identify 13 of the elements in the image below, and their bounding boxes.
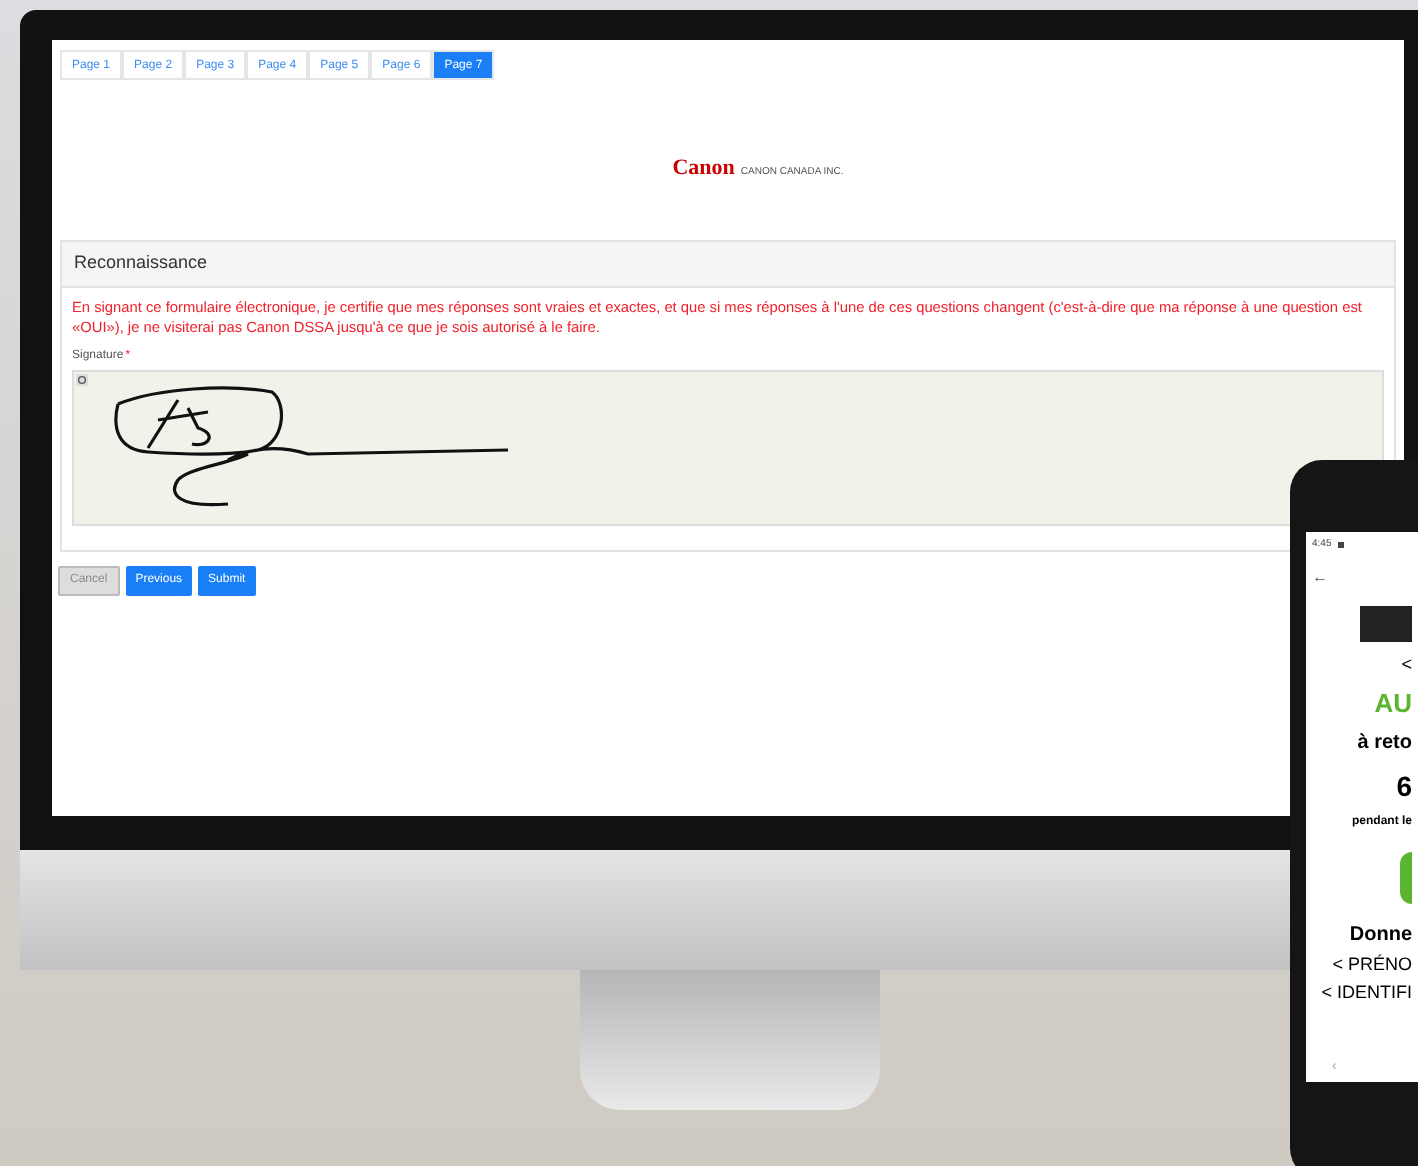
phone-text: AU bbox=[1372, 687, 1412, 720]
signature-pad[interactable] bbox=[72, 369, 1384, 525]
phone-text: < bbox=[1399, 653, 1412, 676]
phone-text: Donne bbox=[1347, 923, 1412, 948]
phone-text: < PRÉNO bbox=[1330, 954, 1412, 977]
phone-text: < IDENTIFI bbox=[1319, 982, 1412, 1005]
phone-text: 6 bbox=[1394, 769, 1412, 804]
reset-icon[interactable] bbox=[76, 373, 88, 385]
phone-text: à reto bbox=[1355, 732, 1412, 757]
round-badge-icon bbox=[1400, 851, 1412, 903]
back-arrow[interactable]: ← bbox=[1312, 569, 1328, 585]
panel-header: Reconnaissance bbox=[62, 242, 1394, 287]
brand-logo: Canon bbox=[672, 158, 735, 180]
